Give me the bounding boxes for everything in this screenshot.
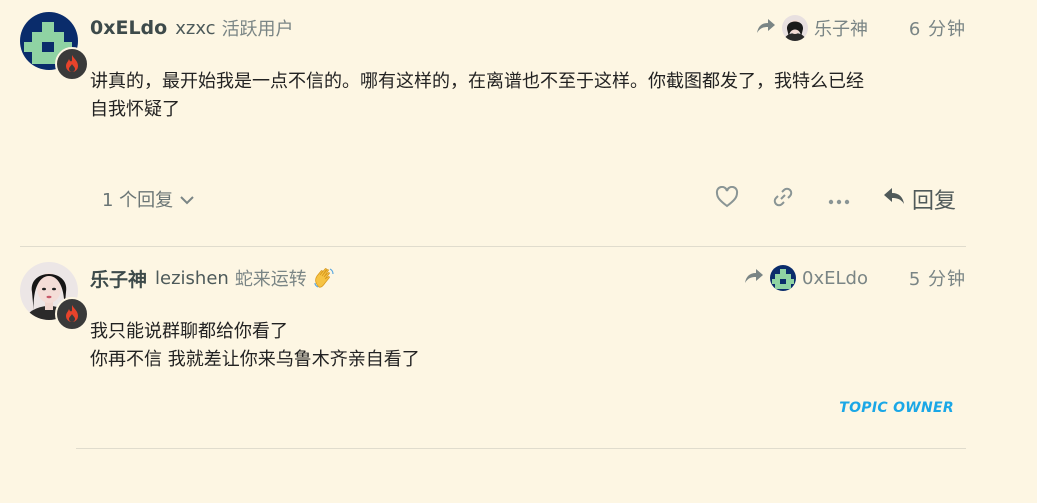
- username[interactable]: 乐子神: [90, 265, 147, 292]
- fire-icon: [55, 47, 89, 81]
- more-actions-button[interactable]: [824, 190, 854, 209]
- replies-count-label: 1 个回复: [102, 190, 174, 211]
- post-divider: [20, 246, 966, 247]
- reply-to-username: 0xELdo: [802, 267, 868, 289]
- copy-link-button[interactable]: [768, 185, 798, 213]
- chevron-down-icon: [179, 189, 195, 210]
- reply-icon: [882, 186, 906, 212]
- post: 0xELdo xzxc 活跃用户 乐子神 6 分钟 讲真的，最开始我是一点不信的…: [20, 12, 966, 246]
- full-name[interactable]: lezishen: [155, 268, 229, 289]
- fire-icon: [55, 297, 89, 331]
- topic-owner-badge: TOPIC OWNER: [839, 400, 954, 416]
- post-body-line: 我只能说群聊都给你看了: [90, 321, 288, 342]
- share-icon: [756, 18, 776, 39]
- reply-to-avatar: [770, 265, 797, 291]
- user-title: 活跃用户: [221, 19, 294, 40]
- post-body-line: 你再不信 我就差让你来乌鲁木齐亲自看了: [90, 349, 420, 370]
- post: 乐子神 lezishen 蛇来运转 0xELdo 5 分钟 我只能说群聊都给你看…: [20, 262, 966, 448]
- post-controls: 1 个回复 回复: [90, 182, 956, 216]
- reply-to-username: 乐子神: [814, 19, 868, 40]
- post-body: 我只能说群聊都给你看了 你再不信 我就差让你来乌鲁木齐亲自看了: [90, 318, 956, 374]
- post-header: 乐子神 lezishen 蛇来运转 0xELdo 5 分钟: [90, 264, 966, 292]
- link-icon: [771, 185, 795, 213]
- post-body: 讲真的，最开始我是一点不信的。哪有这样的，在离谱也不至于这样。你截图都发了，我特…: [90, 68, 956, 124]
- reply-button[interactable]: 回复: [882, 183, 956, 215]
- like-button[interactable]: [712, 185, 742, 212]
- post-date[interactable]: 6 分钟: [906, 15, 966, 41]
- username[interactable]: 0xELdo: [90, 17, 167, 39]
- waving-hand-icon: [313, 267, 335, 289]
- show-replies-button[interactable]: 1 个回复: [102, 186, 195, 212]
- more-icon: [828, 190, 850, 209]
- user-title: 蛇来运转: [234, 269, 307, 290]
- reply-to-tab[interactable]: 乐子神: [756, 15, 868, 41]
- share-icon: [744, 268, 764, 289]
- reply-to-tab[interactable]: 0xELdo: [744, 265, 868, 291]
- post-header: 0xELdo xzxc 活跃用户 乐子神 6 分钟: [90, 14, 966, 42]
- avatar[interactable]: [20, 12, 89, 81]
- post-body-line: 自我怀疑了: [90, 99, 180, 120]
- full-name[interactable]: xzxc: [175, 18, 215, 39]
- post-divider: [76, 448, 966, 449]
- avatar[interactable]: [20, 262, 89, 331]
- reply-button-label: 回复: [911, 189, 956, 214]
- reply-to-avatar: [782, 15, 808, 41]
- post-body-line: 讲真的，最开始我是一点不信的。哪有这样的，在离谱也不至于这样。你截图都发了，我特…: [90, 71, 864, 92]
- topic-page: 0xELdo xzxc 活跃用户 乐子神 6 分钟 讲真的，最开始我是一点不信的…: [0, 0, 1037, 503]
- heart-icon: [715, 185, 739, 212]
- post-date[interactable]: 5 分钟: [906, 265, 966, 291]
